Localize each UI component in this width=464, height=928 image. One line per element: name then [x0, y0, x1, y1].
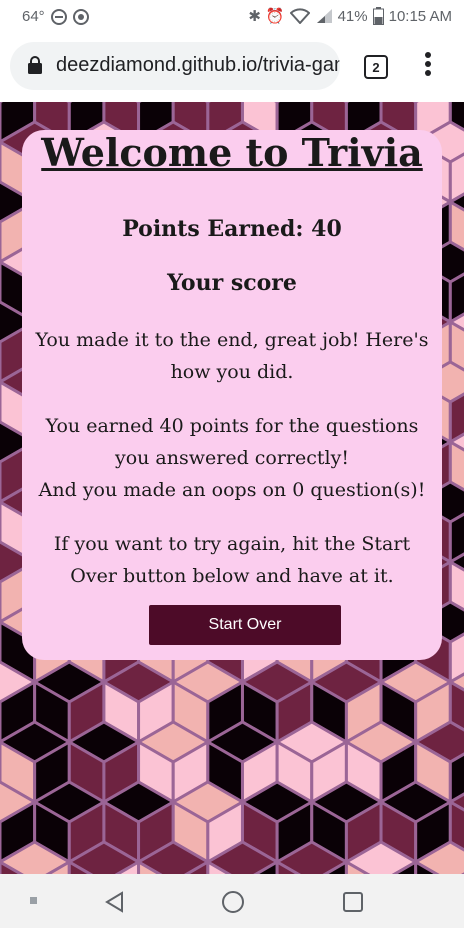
- points-earned: Points Earned: 40: [122, 216, 342, 242]
- back-icon[interactable]: [104, 891, 124, 913]
- points-earned-message: You earned 40 points for the questions y…: [45, 415, 419, 469]
- do-not-disturb-icon: [50, 8, 67, 25]
- clock: 10:15 AM: [388, 7, 452, 25]
- page-content: Welcome to Trivia Points Earned: 40 Your…: [0, 102, 464, 874]
- location-icon: [72, 8, 89, 25]
- tab-switcher-button[interactable]: 2: [364, 55, 388, 79]
- score-heading: Your score: [167, 270, 297, 296]
- start-over-button[interactable]: Start Over: [149, 605, 341, 645]
- address-bar[interactable]: deezdiamond.github.io/trivia-game: [10, 42, 340, 90]
- signal-icon: [316, 9, 332, 23]
- lock-icon: [28, 56, 42, 74]
- bluetooth-icon: ✱: [248, 8, 261, 25]
- results-summary: You earned 40 points for the questions y…: [32, 410, 432, 506]
- more-options-icon[interactable]: [420, 52, 436, 80]
- browser-toolbar: deezdiamond.github.io/trivia-game 2: [0, 34, 464, 102]
- home-icon[interactable]: [222, 891, 244, 913]
- status-bar: 64° ✱ ⏰ 41% 10:15 AM: [0, 0, 464, 34]
- battery-percent: 41%: [337, 7, 368, 25]
- oops-count-message: And you made an oops on 0 question(s)!: [38, 479, 426, 501]
- nav-indicator-icon: [30, 897, 37, 904]
- retry-message: If you want to try again, hit the Start …: [53, 533, 411, 587]
- recent-apps-icon[interactable]: [343, 892, 363, 912]
- navigation-bar: [0, 874, 464, 928]
- page-title: Welcome to Trivia: [41, 130, 423, 175]
- alarm-icon: ⏰: [265, 8, 285, 25]
- temperature: 64°: [22, 8, 45, 25]
- wifi-icon: [289, 8, 310, 24]
- url-text[interactable]: deezdiamond.github.io/trivia-game: [56, 54, 340, 77]
- score-card: Welcome to Trivia Points Earned: 40 Your…: [22, 130, 442, 660]
- battery-icon: [372, 7, 384, 25]
- completion-message: You made it to the end, great job! Here'…: [35, 329, 429, 383]
